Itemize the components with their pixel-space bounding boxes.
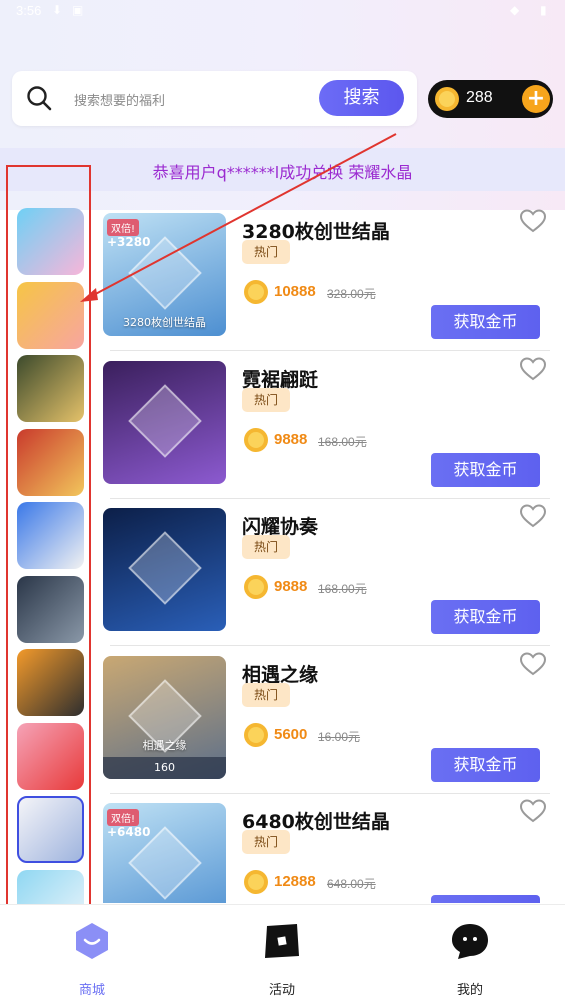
eggy-party-icon[interactable] [17,208,84,275]
product-list: 双倍! +3280 3280枚创世结晶 3280枚创世结晶 热门 10888 328.00元… [100,203,552,903]
crystal-art [128,531,202,605]
favorite-heart-icon[interactable] [520,209,546,233]
hot-tag: 热门 [242,387,291,412]
shop-icon [76,923,108,959]
original-price: 328.00元 [327,287,376,301]
favorite-heart-icon[interactable] [520,651,546,676]
product-card[interactable]: 霓裾翩跹 热门 9888 168.00元 获取金币 [100,351,552,499]
double-badge: 双倍! [107,219,140,236]
coin-icon [244,575,268,599]
thumb-label: 3280枚创世结晶 [123,316,206,329]
wifi-icon: ◆ [510,3,520,17]
escape-game-icon[interactable] [17,649,84,716]
thumb-count: 160 [103,756,226,779]
product-thumbnail[interactable] [103,360,226,484]
pubg-icon[interactable] [17,355,84,422]
bottom-nav: 商城 活动 我的 [0,904,565,1004]
original-price: 168.00元 [318,434,367,449]
nav-profile[interactable]: 我的 [430,921,510,998]
product-card[interactable]: 双倍!+64806480枚创世结晶热门12888648.00元获取金币 [100,793,552,903]
search-icon [27,86,52,111]
coin-icon [244,870,268,894]
get-coins-button[interactable]: 获取金币 [431,452,540,487]
favorite-heart-icon[interactable] [520,356,546,381]
coin-price: 5600 [274,725,308,743]
hot-tag: 热门 [242,830,291,854]
game-sidebar[interactable] [6,165,91,912]
coin-icon [435,87,459,111]
download-icon: ⬇ [52,3,63,17]
get-coins-button[interactable]: 获取金币 [431,305,540,339]
battery-icon: ▮ [540,3,547,17]
get-coins-button[interactable]: 获取金币 [431,747,540,782]
activity-icon [265,924,299,958]
subway-surfers-icon[interactable] [17,502,84,569]
coin-price: 12888 [274,873,316,890]
hot-tag: 热门 [242,535,291,559]
coin-balance: 288 + [428,80,553,118]
crystal-art [128,383,202,458]
favorite-heart-icon[interactable] [520,799,546,823]
get-coins-button[interactable]: 获取金币 [431,600,540,634]
coin-price: 9888 [274,578,308,595]
double-badge: 双倍! [107,809,140,826]
nav-shop[interactable]: 商城 [52,921,132,998]
search-input[interactable]: 搜索想要的福利 [74,90,165,109]
genshin-paimon-icon[interactable] [17,796,84,863]
status-bar: 3:56 ⬇ ▣ ◆ ▮ [0,0,565,24]
product-thumbnail[interactable]: 双倍! +6480 [103,803,226,903]
product-thumbnail[interactable] [103,508,226,631]
coin-icon [244,280,268,304]
product-thumbnail[interactable]: 相遇之缘 160 [103,655,226,779]
profile-icon [452,924,488,959]
original-price: 648.00元 [327,877,376,891]
product-thumbnail[interactable]: 双倍! +3280 3280枚创世结晶 [103,213,226,336]
bonus-amount: +6480 [107,825,151,839]
original-price: 168.00元 [318,582,367,596]
original-price: 16.00元 [318,729,361,744]
notification-icon: ▣ [72,3,84,17]
bonus-amount: +3280 [107,235,151,249]
nav-shop-label: 商城 [78,983,105,998]
status-time: 3:56 [16,3,42,18]
coin-price: 9888 [274,430,308,448]
hot-tag: 热门 [242,240,291,264]
coin-icon [244,427,268,452]
get-coins-button[interactable]: 获取金币 [431,895,540,903]
party-game-icon[interactable] [17,722,84,790]
product-card[interactable]: 相遇之缘 160 相遇之缘 热门 5600 16.00元 获取金币 [100,646,552,794]
search-bar[interactable]: 搜索想要的福利 搜索 [12,71,417,126]
product-card[interactable]: 闪耀协奏 热门 9888 168.00元 获取金币 [100,498,552,646]
hot-tag: 热门 [242,682,291,707]
coin-icon [244,722,268,747]
nav-activity[interactable]: 活动 [242,921,322,998]
coin-count: 288 [466,89,493,106]
favorite-heart-icon[interactable] [520,504,546,528]
honor-of-kings-icon[interactable] [17,428,84,496]
nav-profile-label: 我的 [456,983,483,998]
nav-activity-label: 活动 [268,983,295,998]
coin-price: 10888 [274,283,316,300]
add-coins-button[interactable]: + [522,85,550,113]
crossfire-icon[interactable] [17,575,84,643]
search-button[interactable]: 搜索 [319,80,404,116]
product-card[interactable]: 双倍! +3280 3280枚创世结晶 3280枚创世结晶 热门 10888 328.00元… [100,203,552,351]
cat-game-icon[interactable] [17,281,84,349]
